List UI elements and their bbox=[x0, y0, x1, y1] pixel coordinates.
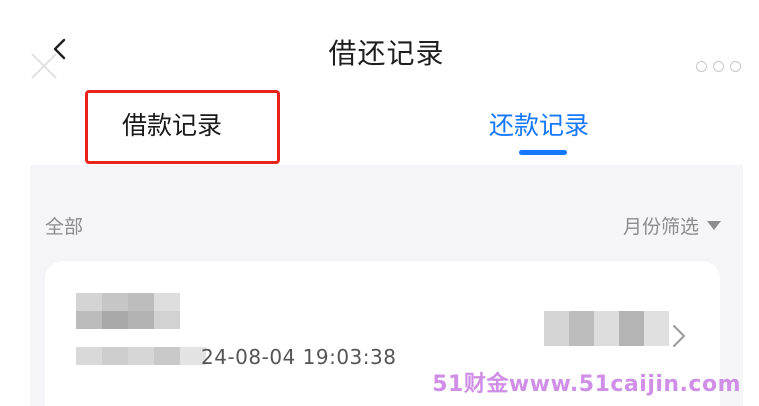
tab-repay-records[interactable]: 还款记录 bbox=[489, 106, 589, 142]
more-button[interactable] bbox=[689, 58, 741, 74]
redacted-date-prefix bbox=[76, 347, 206, 365]
page-title: 借还记录 bbox=[328, 37, 445, 70]
month-filter-button[interactable]: 月份筛选 bbox=[623, 212, 721, 239]
redacted-record-title bbox=[76, 293, 180, 329]
more-dots-icon bbox=[713, 60, 724, 72]
borrow-repay-records-page: 借还记录 借款记录 还款记录 全部 月份筛选 24-08-04 19:03:38 bbox=[30, 0, 743, 406]
more-dots-icon bbox=[730, 60, 741, 72]
record-datetime: 24-08-04 19:03:38 bbox=[201, 345, 397, 369]
chevron-right-icon bbox=[672, 324, 686, 348]
more-dots-icon bbox=[696, 60, 707, 72]
filter-all[interactable]: 全部 bbox=[45, 212, 83, 239]
active-tab-indicator bbox=[519, 150, 567, 155]
caret-down-icon bbox=[707, 221, 721, 230]
redacted-amount bbox=[544, 311, 669, 346]
watermark: 51财金www.51caijin.com bbox=[432, 372, 741, 397]
tab-borrow-records[interactable]: 借款记录 bbox=[122, 106, 222, 142]
month-filter-label: 月份筛选 bbox=[622, 216, 699, 238]
top-bar: 借还记录 借款记录 还款记录 bbox=[30, 0, 743, 165]
